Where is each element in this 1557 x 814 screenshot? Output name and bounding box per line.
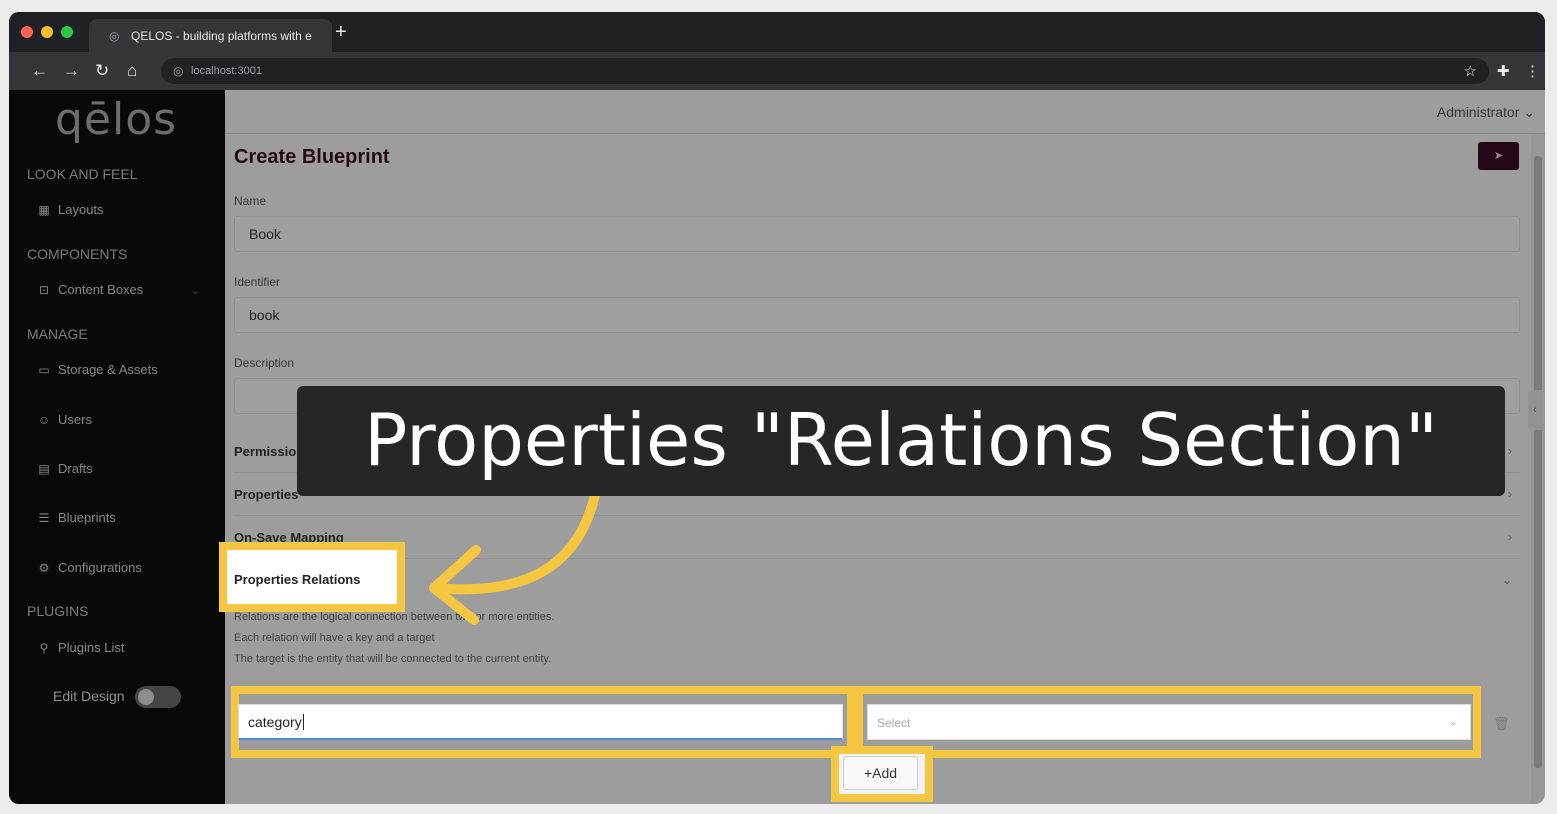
minimize-window-button[interactable] bbox=[41, 26, 53, 38]
close-window-button[interactable] bbox=[21, 26, 33, 38]
text-cursor bbox=[302, 714, 304, 730]
site-info-icon[interactable]: ◎ bbox=[173, 64, 183, 78]
forward-icon[interactable]: → bbox=[63, 62, 80, 79]
browser-menu-icon[interactable]: ⋮ bbox=[1525, 62, 1540, 80]
title-bar: ◎ QELOS - building platforms with e + bbox=[9, 12, 1545, 52]
reload-icon[interactable]: ↻ bbox=[95, 62, 109, 79]
address-bar: ← → ↻ ⌂ ◎ localhost:3001 ☆ ✚ ⋮ bbox=[9, 52, 1545, 90]
url-text: localhost:3001 bbox=[191, 65, 262, 77]
delete-relation-icon[interactable]: 🗑 bbox=[1493, 716, 1510, 732]
bookmark-star-icon[interactable]: ☆ bbox=[1464, 62, 1477, 80]
page: qēlos LOOK AND FEEL ▦ Layouts COMPONENTS … bbox=[9, 90, 1545, 804]
properties-relations-title: Properties Relations bbox=[234, 572, 361, 587]
globe-icon: ◎ bbox=[109, 29, 120, 43]
caption-overlay: Properties "Relations Section" bbox=[297, 386, 1505, 496]
properties-relations-highlight: Properties Relations bbox=[219, 542, 405, 612]
back-icon[interactable]: ← bbox=[31, 62, 48, 79]
extensions-icon[interactable]: ✚ bbox=[1497, 62, 1510, 80]
target-blueprint-select[interactable]: Select ⌄ bbox=[867, 704, 1471, 740]
home-icon[interactable]: ⌂ bbox=[127, 62, 137, 79]
add-relation-button[interactable]: +Add bbox=[843, 756, 918, 790]
relation-key-input[interactable]: category bbox=[238, 704, 843, 740]
maximize-window-button[interactable] bbox=[61, 26, 73, 38]
tab-title: QELOS - building platforms with e bbox=[131, 29, 312, 43]
arrow-annotation-icon bbox=[429, 488, 601, 625]
chevron-down-icon: ⌄ bbox=[1448, 716, 1458, 728]
browser-window: ◎ QELOS - building platforms with e + ← … bbox=[9, 12, 1545, 804]
browser-tab[interactable]: ◎ QELOS - building platforms with e bbox=[89, 19, 332, 52]
url-input[interactable]: ◎ localhost:3001 ☆ bbox=[161, 58, 1489, 84]
new-tab-button[interactable]: + bbox=[335, 22, 347, 42]
